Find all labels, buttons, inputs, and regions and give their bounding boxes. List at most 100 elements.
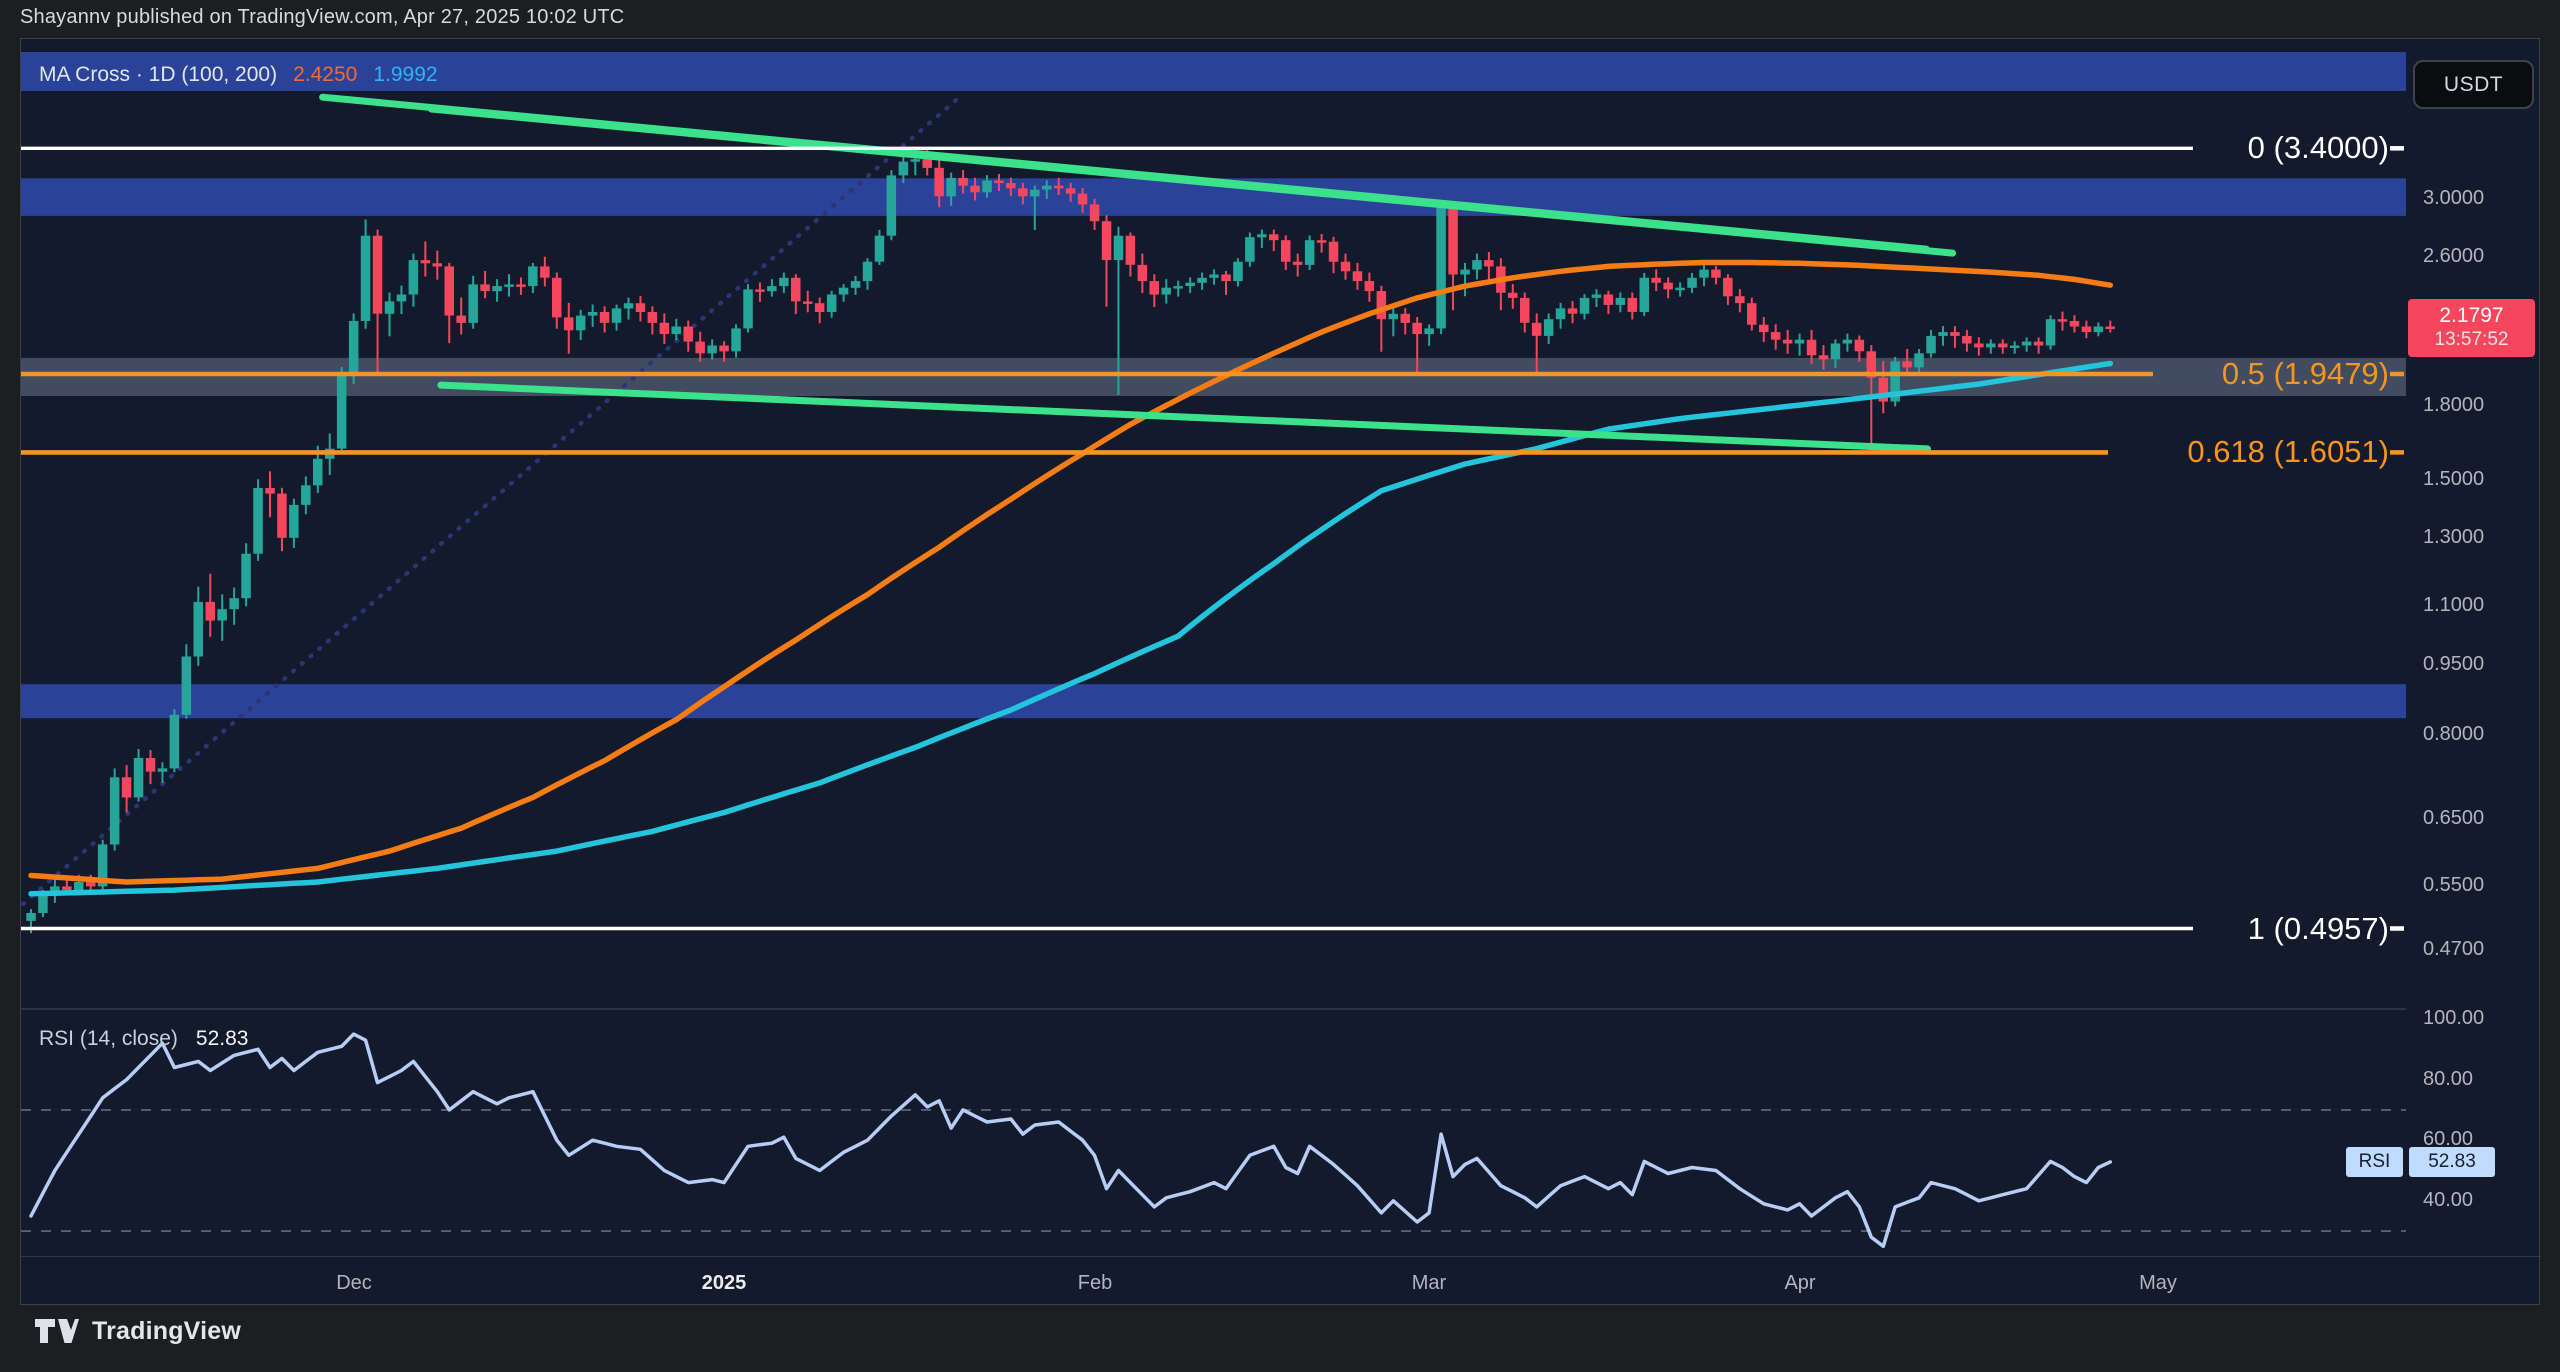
- candle-body: [456, 316, 466, 323]
- fib-label-0[interactable]: 0 (3.4000): [2248, 128, 2389, 168]
- candle-body: [265, 488, 275, 494]
- candle-body: [504, 284, 514, 287]
- candle-body: [970, 186, 980, 193]
- rsi-badge-label: RSI: [2359, 1151, 2391, 1173]
- candle-body: [1807, 340, 1817, 356]
- candle-body: [1651, 278, 1661, 283]
- candle-body: [672, 327, 682, 335]
- indicator-legend[interactable]: MA Cross · 1D (100, 200) 2.4250 1.9992: [39, 63, 438, 87]
- candle-body: [1042, 186, 1052, 190]
- candle-body: [1317, 240, 1327, 243]
- candle-body: [1568, 308, 1578, 313]
- candle-body: [313, 459, 323, 486]
- candle-body: [982, 181, 992, 193]
- published-chart-page: Shayannv published on TradingView.com, A…: [0, 0, 2560, 1372]
- rsi-axis-value-badge[interactable]: 52.83: [2409, 1147, 2495, 1177]
- fib-label-1[interactable]: 1 (0.4957): [2248, 909, 2389, 949]
- price-tick: 0.9500: [2423, 653, 2484, 676]
- candle-body: [624, 303, 634, 308]
- last-price-badge[interactable]: 2.1797 13:57:52: [2408, 299, 2535, 357]
- tradingview-logo-icon[interactable]: [34, 1316, 80, 1346]
- price-tick: 0.6500: [2423, 807, 2484, 830]
- candle-body: [1735, 296, 1745, 303]
- candle-body: [1687, 278, 1697, 288]
- candle-body: [385, 301, 395, 313]
- quote-currency-button[interactable]: USDT: [2413, 60, 2534, 109]
- candle-body: [2094, 327, 2104, 333]
- candle-body: [146, 758, 156, 772]
- time-tick-Mar: Mar: [1412, 1272, 1446, 1295]
- candle-body: [1508, 293, 1518, 298]
- candle-body: [1783, 340, 1793, 344]
- price-band-2: [21, 684, 2406, 718]
- candle-body: [1592, 295, 1602, 298]
- candle-body: [1066, 188, 1076, 193]
- candle-body: [1675, 288, 1685, 291]
- tradingview-brand-text[interactable]: TradingView: [92, 1317, 241, 1346]
- candle-body: [277, 494, 287, 538]
- candle-body: [2058, 319, 2068, 322]
- candle-body: [1855, 340, 1865, 352]
- candle-body: [170, 715, 180, 769]
- candle-body: [1377, 291, 1387, 319]
- chart-area[interactable]: MA Cross · 1D (100, 200) 2.4250 1.9992 U…: [20, 38, 2540, 1305]
- candle-body: [923, 159, 933, 168]
- candle-body: [1162, 288, 1172, 295]
- candle-body: [576, 316, 586, 331]
- candle-body: [887, 175, 897, 235]
- candle-body: [337, 376, 347, 449]
- candle-body: [600, 312, 610, 323]
- candle-body: [158, 768, 168, 771]
- candle-body: [301, 485, 311, 505]
- rsi-badge-value: 52.83: [2428, 1151, 2476, 1173]
- rsi-tick: 100.00: [2423, 1007, 2484, 1030]
- candle-body: [194, 602, 204, 657]
- candle-body: [1185, 283, 1195, 286]
- candle-body: [588, 312, 598, 316]
- candle-body: [421, 260, 431, 263]
- candle-body: [397, 295, 407, 302]
- time-tick-May: May: [2139, 1272, 2177, 1295]
- candle-body: [707, 346, 717, 354]
- ma-cross-label: MA Cross · 1D (100, 200): [39, 63, 277, 87]
- candle-body: [564, 317, 574, 330]
- candle-body: [1305, 240, 1315, 265]
- candle-body: [779, 278, 789, 286]
- candle-body: [1197, 278, 1207, 283]
- candle-body: [994, 181, 1004, 184]
- candle-body: [719, 346, 729, 352]
- rsi-axis-label-badge[interactable]: RSI: [2346, 1147, 2403, 1177]
- candle-body: [1150, 281, 1160, 295]
- fib-label-0.618[interactable]: 0.618 (1.6051): [2187, 432, 2389, 472]
- candle-body: [86, 882, 96, 886]
- candle-body: [839, 288, 849, 295]
- ma200-value: 1.9992: [373, 63, 437, 87]
- candle-body: [1353, 271, 1363, 281]
- time-tick-Dec: Dec: [336, 1272, 372, 1295]
- plot-canvas[interactable]: [21, 39, 2406, 1256]
- candle-body: [1126, 236, 1136, 265]
- candle-body: [1436, 207, 1446, 328]
- time-axis[interactable]: Dec2025FebMarAprMay: [21, 1256, 2541, 1306]
- candle-body: [1401, 314, 1411, 323]
- fib-label-0.5[interactable]: 0.5 (1.9479): [2222, 354, 2389, 394]
- candle-body: [791, 278, 801, 302]
- ma100-value: 2.4250: [293, 63, 357, 87]
- price-tick: 0.5500: [2423, 874, 2484, 897]
- candle-body: [1424, 328, 1434, 334]
- quote-currency-label: USDT: [2444, 73, 2503, 97]
- price-tick: 1.1000: [2423, 594, 2484, 617]
- candle-body: [946, 178, 956, 196]
- candle-body: [528, 266, 538, 286]
- ma100-line: [31, 263, 2110, 883]
- candle-body: [1544, 319, 1554, 336]
- time-tick-Apr: Apr: [1784, 1272, 1815, 1295]
- candle-body: [851, 281, 861, 288]
- candle-body: [1819, 355, 1829, 359]
- candle-body: [349, 321, 359, 376]
- candle-body: [1520, 298, 1530, 323]
- rsi-legend[interactable]: RSI (14, close) 52.83: [39, 1027, 248, 1051]
- candle-body: [134, 758, 144, 797]
- support-zone: [21, 358, 2406, 396]
- candle-body: [1460, 270, 1470, 275]
